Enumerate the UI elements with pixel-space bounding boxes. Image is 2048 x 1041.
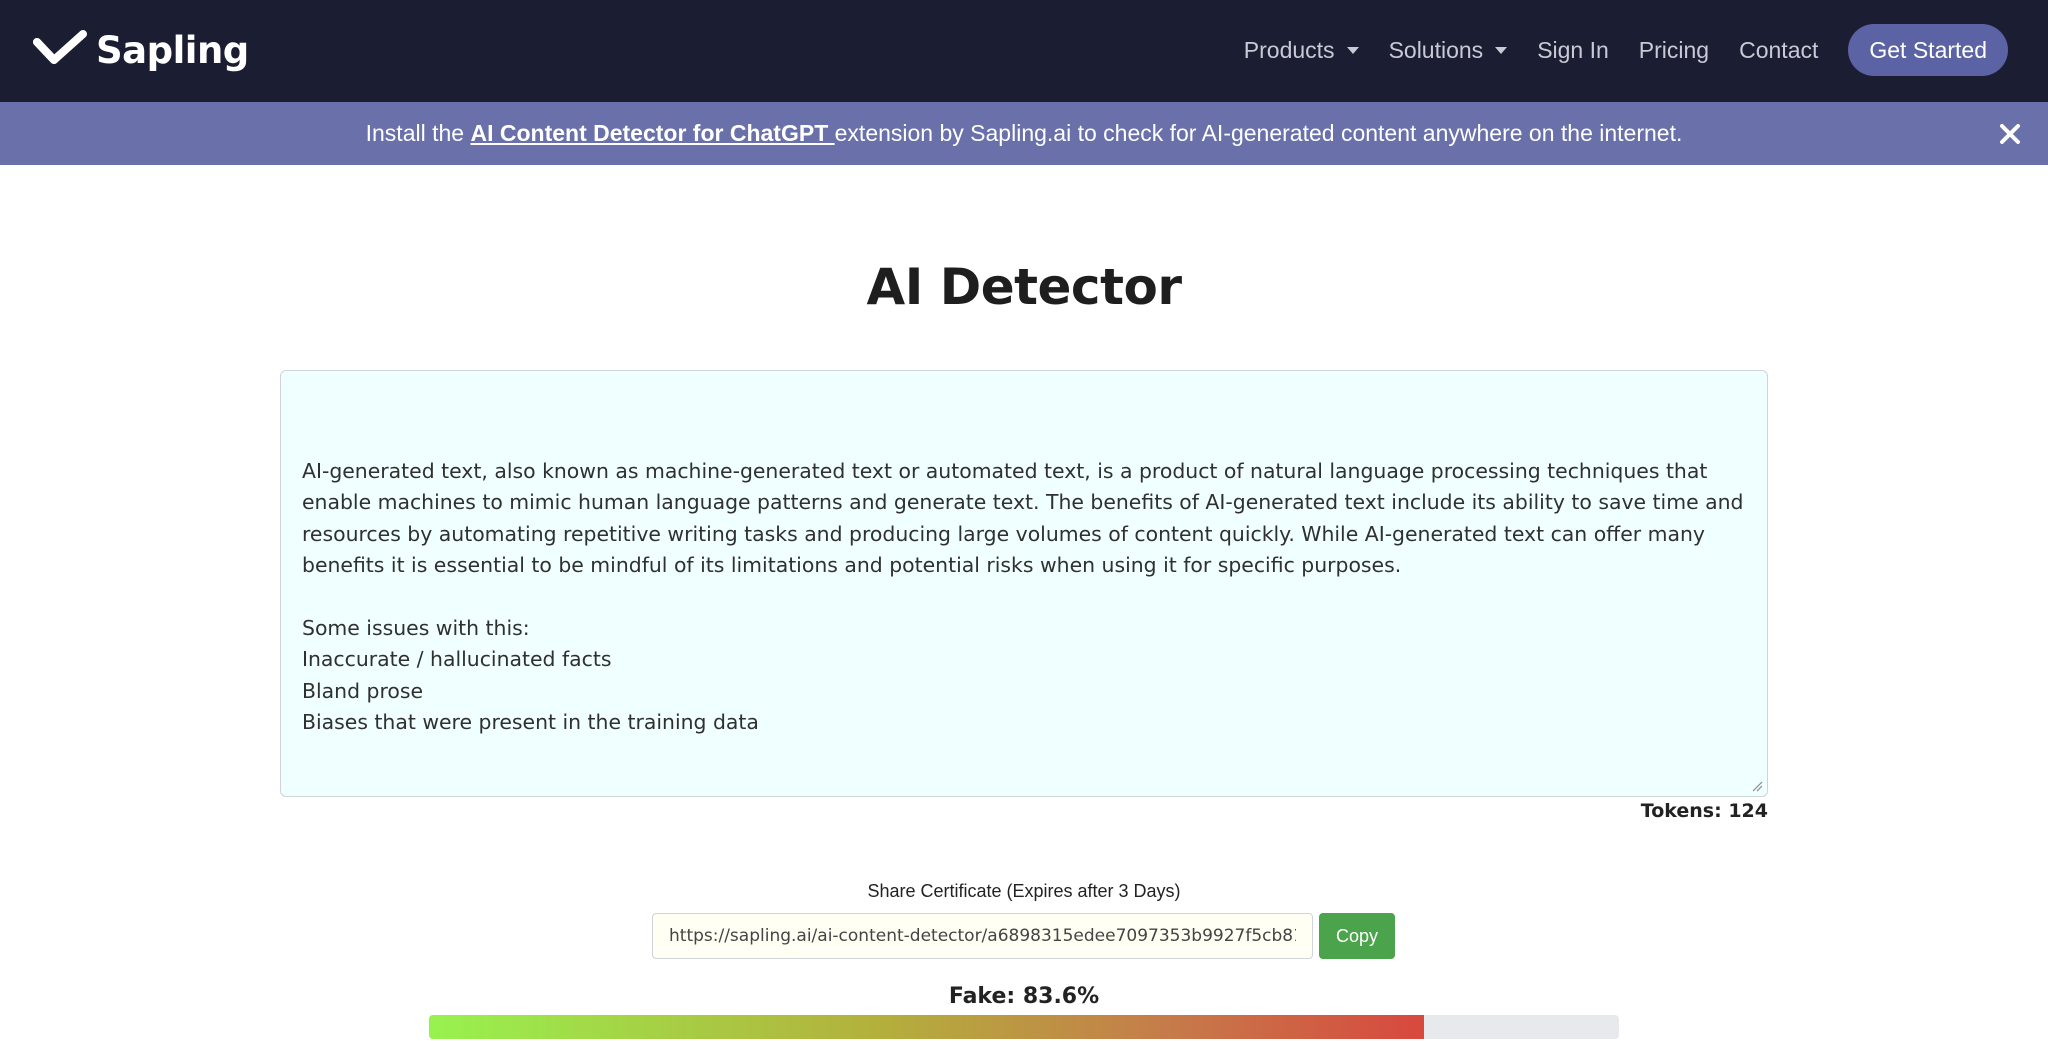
caret-down-icon [1346, 46, 1359, 54]
caret-down-icon [1495, 46, 1508, 54]
nav-products-dropdown[interactable]: Products [1244, 37, 1359, 64]
nav-contact-link[interactable]: Contact [1739, 37, 1818, 64]
copy-button[interactable]: Copy [1319, 913, 1395, 959]
share-certificate-row: Copy [652, 913, 1395, 959]
brand-link[interactable]: Sapling [32, 22, 249, 78]
fake-score-meter [429, 1015, 1619, 1039]
page-title: AI Detector [866, 258, 1182, 316]
close-x-icon[interactable] [1996, 120, 2024, 148]
brand-name: Sapling [96, 28, 249, 72]
banner-extension-link[interactable]: AI Content Detector for ChatGPT [470, 120, 834, 146]
nav-solutions-dropdown[interactable]: Solutions [1389, 37, 1508, 64]
banner-text-after: extension by Sapling.ai to check for AI-… [834, 120, 1683, 146]
text-input-area[interactable]: AI-generated text, also known as machine… [280, 370, 1768, 797]
nav-pricing-link[interactable]: Pricing [1639, 37, 1709, 64]
nav-products-label: Products [1243, 36, 1335, 63]
nav-links: Products Solutions Sign In Pricing Conta… [1214, 24, 2008, 76]
fake-score-label: Fake: 83.6% [948, 984, 1100, 1009]
token-count: Tokens: 124 [1640, 800, 1768, 822]
share-url-input[interactable] [652, 913, 1313, 959]
resize-grip-icon[interactable] [1751, 780, 1763, 792]
nav-sign-in-link[interactable]: Sign In [1537, 37, 1609, 64]
extension-banner: Install the AI Content Detector for Chat… [0, 102, 2048, 165]
sapling-check-logo-icon [33, 30, 87, 64]
nav-solutions-label: Solutions [1388, 36, 1484, 63]
share-certificate-label: Share Certificate (Expires after 3 Days) [867, 881, 1181, 901]
fake-score-meter-fill [429, 1015, 1424, 1039]
banner-text: Install the AI Content Detector for Chat… [366, 120, 1683, 147]
get-started-button[interactable]: Get Started [1848, 24, 2008, 76]
top-navbar: Sapling Products Solutions Sign In Prici… [0, 0, 2048, 102]
text-input-content[interactable]: AI-generated text, also known as machine… [302, 456, 1746, 739]
banner-text-before: Install the [365, 120, 471, 146]
